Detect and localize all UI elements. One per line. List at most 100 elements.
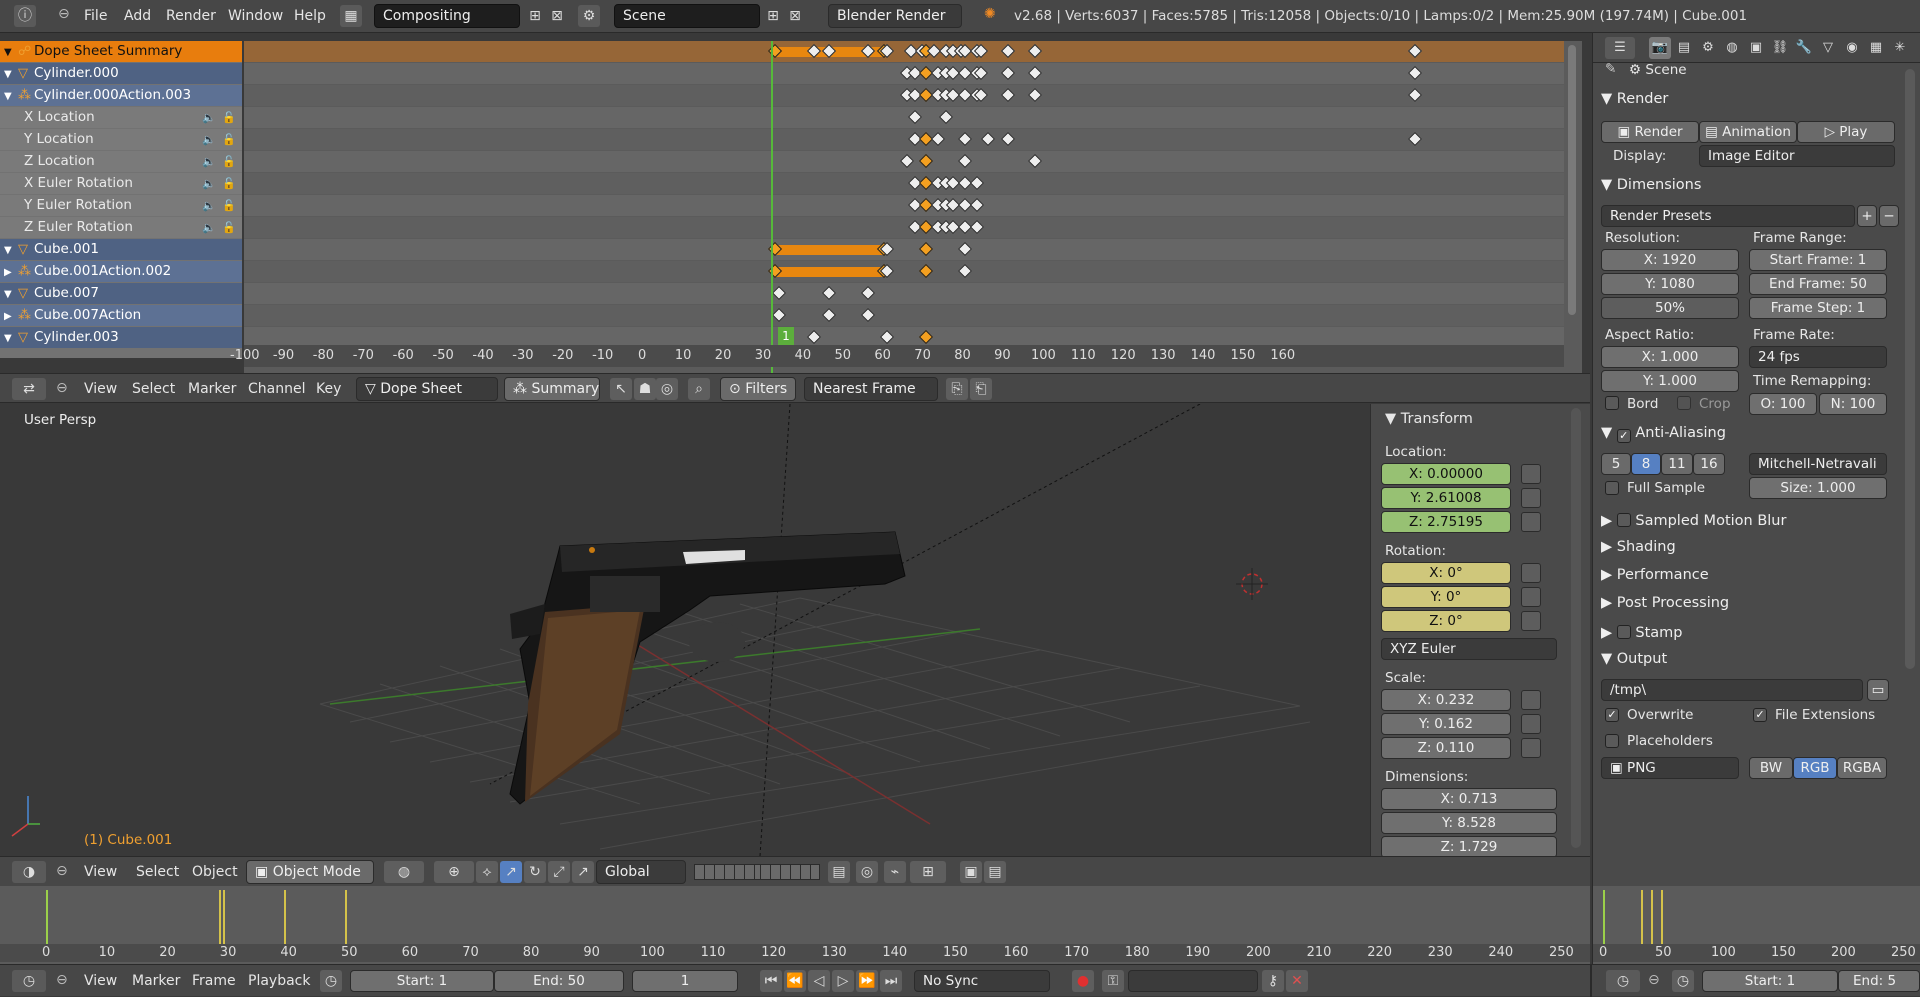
proportional-edit-icon[interactable]: ◎ [856,861,878,883]
expand-toggle-icon[interactable]: ▼ [4,64,18,85]
dopesheet-frame-ruler[interactable]: -100 -90 -80 -70 -60 -50 -40 -30 -20 -10 0 10 20 30 40… [230,345,1564,367]
menu-select[interactable]: Select [132,381,175,397]
play-button[interactable]: ▷ Play [1797,121,1895,143]
current-frame-marker[interactable]: 1 [778,327,794,345]
dopesheet-scrollbar[interactable] [1568,45,1576,315]
hold-bar[interactable] [774,245,884,255]
collapse-timeline2-icon[interactable]: ⊖ [1648,972,1660,988]
shading-panel-header[interactable]: ▶ Shading [1601,539,1676,555]
crop-checkbox[interactable] [1677,396,1691,410]
lock-channel-icon[interactable]: 🔓 [222,217,236,238]
collapse-3d-menu-icon[interactable]: ⊖ [56,863,68,879]
editor-type-icon[interactable]: ⇄ [12,378,46,400]
keying-set-icon[interactable]: ⚿ [1102,970,1124,992]
properties-scrollbar[interactable] [1905,69,1915,669]
menu-3d-view[interactable]: View [84,864,117,880]
menu-timeline-frame[interactable]: Frame [192,973,236,989]
remove-scene-icon[interactable]: ⊠ [784,5,806,27]
transform-scrollbar[interactable] [1571,408,1581,848]
frame-rate-dropdown[interactable]: 24 fps [1749,346,1887,368]
file-format-dropdown[interactable]: ▣ PNG [1601,757,1739,779]
summary-toggle[interactable]: ⁂ Summary [504,377,600,401]
sync-dropdown[interactable]: No Sync [914,970,1050,992]
transform-orientation-icon[interactable]: ↗ [572,861,594,883]
rotation-mode-dropdown[interactable]: XYZ Euler [1381,638,1557,660]
display-dropdown[interactable]: Image Editor [1699,145,1895,167]
end-frame[interactable]: End Frame: 50 [1749,273,1887,295]
channel-row[interactable]: X Euler Rotation 🔈 🔓 [0,173,242,194]
expand-toggle-icon[interactable]: ▼ [4,42,18,63]
errors-icon[interactable]: ◎ [656,378,678,400]
render-panel-header[interactable]: ▼ Render [1601,91,1668,107]
motion-blur-checkbox[interactable] [1616,513,1631,527]
lock-channel-icon[interactable]: 🔓 [222,195,236,216]
layout-field[interactable]: Compositing [374,4,520,28]
lock-scale-z-icon[interactable] [1521,738,1541,758]
border-checkbox[interactable] [1605,396,1619,410]
expand-toggle-icon[interactable]: ▼ [4,284,18,305]
channel-row[interactable]: ▼ ☍ Dope Sheet Summary [0,41,242,62]
render-presets-dropdown[interactable]: Render Presets [1601,205,1855,227]
remap-old[interactable]: O: 100 [1749,393,1817,415]
dimensions-panel-header[interactable]: ▼ Dimensions [1601,177,1701,193]
channel-row[interactable]: ▼ ▽ Cube.001 [0,239,242,260]
timeline2-ruler[interactable]: 0 50 100 150 200 250 [1593,944,1920,962]
lock-location-x-icon[interactable] [1521,464,1541,484]
stamp-panel-header[interactable]: ▶ Stamp [1601,623,1682,641]
menu-window[interactable]: Window [228,8,283,24]
menu-key[interactable]: Key [316,381,341,397]
collapse-timeline-menu-icon[interactable]: ⊖ [56,972,68,988]
timeline2-area[interactable]: 0 50 100 150 200 250 [1592,886,1920,964]
aa-samples-11[interactable]: 11 [1661,453,1693,475]
mute-icon[interactable]: 🔈 [202,107,216,128]
aspect-x[interactable]: X: 1.000 [1601,346,1739,368]
placeholders-checkbox[interactable] [1605,734,1619,748]
lock-rotation-x-icon[interactable] [1521,563,1541,583]
motion-blur-panel-header[interactable]: ▶ Sampled Motion Blur [1601,511,1786,529]
menu-3d-object[interactable]: Object [192,864,238,880]
preview-range2-icon[interactable]: ◷ [1672,970,1694,992]
render-still-button[interactable]: ▣ Render [1601,121,1699,143]
scale-x[interactable]: X: 0.232 [1381,689,1511,711]
timeline2-end-field[interactable]: End: 5 [1838,970,1920,992]
next-keyframe-icon[interactable]: ⏩ [856,970,878,992]
aa-filter-dropdown[interactable]: Mitchell-Netravali [1749,453,1887,475]
performance-panel-header[interactable]: ▶ Performance [1601,567,1709,583]
zoom-icon[interactable]: ⌕ [688,378,710,400]
layers-grid-b[interactable] [760,864,820,880]
mute-icon[interactable]: 🔈 [202,129,216,150]
mute-icon[interactable]: 🔈 [202,151,216,172]
timeline-ruler[interactable]: 0 10 20 30 40 50 60 70 80 90 100 110 120 130 140 150 160… [0,944,1590,962]
menu-marker[interactable]: Marker [188,381,236,397]
3d-viewport[interactable]: User Persp (1) Cube.001 [0,404,1370,856]
menu-add[interactable]: Add [124,8,151,24]
constraints-tab-icon[interactable]: ⛓ [1769,37,1791,59]
color-bw-button[interactable]: BW [1749,757,1793,779]
snap-icon[interactable]: ⌁ [884,861,906,883]
preview-range-icon[interactable]: ◷ [320,970,342,992]
snap-element-icon[interactable]: ⊞ [910,861,946,883]
channel-row[interactable]: ▶ ⁂ Cube.007Action [0,305,242,326]
hold-bar[interactable] [774,267,884,277]
channel-row[interactable]: Z Location 🔈 🔓 [0,151,242,172]
menu-timeline-marker[interactable]: Marker [132,973,180,989]
layers-tab-icon[interactable]: ▤ [1673,37,1695,59]
physics-tab-icon[interactable]: ✳ [1889,37,1911,59]
channel-row[interactable]: ▼ ▽ Cube.007 [0,283,242,304]
aa-samples-5[interactable]: 5 [1601,453,1631,475]
channel-row[interactable]: Y Location 🔈 🔓 [0,129,242,150]
remove-preset-icon[interactable]: − [1879,205,1899,227]
scale-y[interactable]: Y: 0.162 [1381,713,1511,735]
rotation-x[interactable]: X: 0° [1381,562,1511,584]
channel-row[interactable]: X Location 🔈 🔓 [0,107,242,128]
start-frame[interactable]: Start Frame: 1 [1749,249,1887,271]
texture-tab-icon[interactable]: ▦ [1865,37,1887,59]
keying-set-field[interactable] [1128,970,1258,992]
lock-scale-y-icon[interactable] [1521,714,1541,734]
add-layout-icon[interactable]: ⊞ [524,5,546,27]
shading-mode-icon[interactable]: ◍ [384,861,424,883]
channel-row[interactable]: ▼ ⁂ Cylinder.000Action.003 [0,85,242,106]
channel-row[interactable]: ▶ ⁂ Cube.001Action.002 [0,261,242,282]
mute-icon[interactable]: 🔈 [202,195,216,216]
location-y[interactable]: Y: 2.61008 [1381,487,1511,509]
